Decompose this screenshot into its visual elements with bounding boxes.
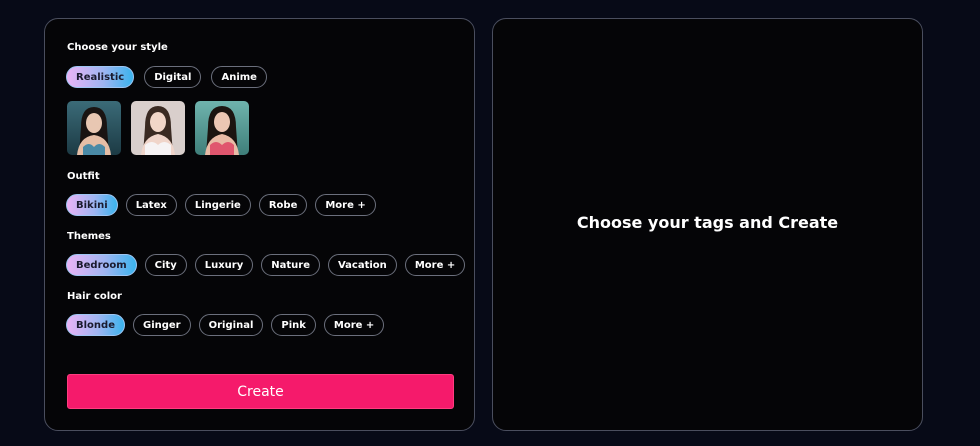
themes-options: Bedroom City Luxury Nature Vacation More…: [66, 254, 466, 276]
outfit-chip-latex[interactable]: Latex: [125, 194, 177, 216]
outfit-section-title: Outfit: [67, 171, 100, 182]
hair-chip-pink[interactable]: Pink: [271, 314, 316, 336]
outfit-chip-lingerie[interactable]: Lingerie: [184, 194, 251, 216]
hair-more-button[interactable]: More +: [323, 314, 385, 336]
hair-section-title: Hair color: [67, 291, 122, 302]
style-thumbnail-2[interactable]: [131, 101, 185, 155]
style-chip-realistic[interactable]: Realistic: [66, 66, 135, 88]
theme-chip-city[interactable]: City: [144, 254, 187, 276]
outfit-chip-robe[interactable]: Robe: [258, 194, 308, 216]
preview-placeholder-text: Choose your tags and Create: [576, 213, 839, 232]
themes-more-button[interactable]: More +: [404, 254, 466, 276]
style-thumbnails: [67, 101, 249, 155]
style-chip-digital[interactable]: Digital: [144, 66, 202, 88]
style-chip-anime[interactable]: Anime: [211, 66, 267, 88]
style-thumbnail-1[interactable]: [67, 101, 121, 155]
theme-chip-nature[interactable]: Nature: [261, 254, 320, 276]
create-button[interactable]: Create: [67, 374, 454, 409]
preview-panel: Choose your tags and Create: [492, 18, 923, 431]
outfit-options: Bikini Latex Lingerie Robe More +: [66, 194, 376, 216]
style-section-title: Choose your style: [67, 42, 168, 53]
outfit-more-button[interactable]: More +: [315, 194, 376, 216]
theme-chip-luxury[interactable]: Luxury: [194, 254, 254, 276]
style-options: Realistic Digital Anime: [66, 66, 267, 88]
themes-section-title: Themes: [67, 231, 111, 242]
theme-chip-vacation[interactable]: Vacation: [327, 254, 397, 276]
hair-chip-original[interactable]: Original: [198, 314, 264, 336]
theme-chip-bedroom[interactable]: Bedroom: [66, 254, 137, 276]
hair-chip-ginger[interactable]: Ginger: [132, 314, 191, 336]
tag-selection-panel: Choose your style Realistic Digital Anim…: [44, 18, 475, 431]
hair-options: Blonde Ginger Original Pink More +: [66, 314, 385, 336]
style-thumbnail-3[interactable]: [195, 101, 249, 155]
hair-chip-blonde[interactable]: Blonde: [66, 314, 125, 336]
outfit-chip-bikini[interactable]: Bikini: [66, 194, 118, 216]
